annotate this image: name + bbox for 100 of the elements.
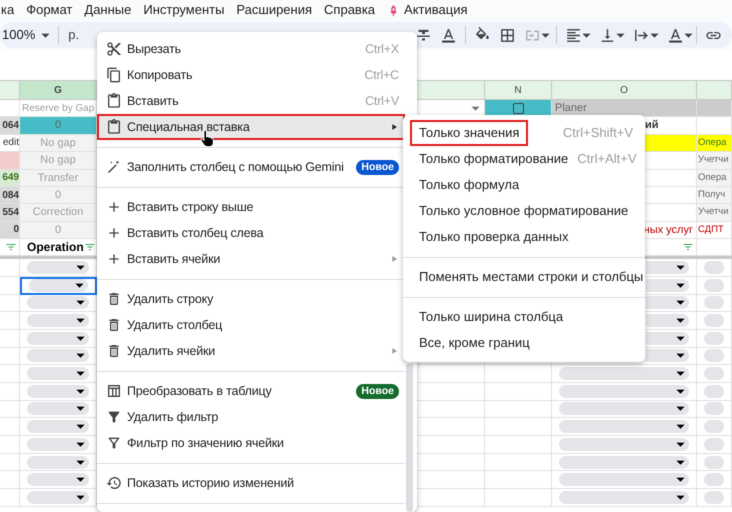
dropdown-chip[interactable] xyxy=(27,438,89,451)
borders-button[interactable] xyxy=(499,26,516,44)
table-cell: СДПТ xyxy=(697,222,732,240)
dropdown-chip[interactable] xyxy=(646,296,689,310)
menu-item[interactable]: Вставить строку выше xyxy=(97,194,405,220)
zoom-dropdown[interactable]: 100% xyxy=(2,25,50,45)
dropdown-chip[interactable] xyxy=(27,402,89,416)
dropdown-chip[interactable] xyxy=(646,278,689,292)
table-cell: Учетчи xyxy=(697,152,732,170)
menu-item[interactable]: Вставить Ctrl+V xyxy=(97,88,405,114)
dropdown-chip[interactable] xyxy=(646,349,689,362)
dropdown-chip[interactable] xyxy=(27,473,89,486)
caret-icon xyxy=(676,477,685,482)
new-badge: Новое xyxy=(356,384,399,398)
caret-icon xyxy=(76,264,85,270)
dropdown-chip[interactable] xyxy=(27,332,89,345)
menu-item[interactable]: Только форматирование Ctrl+Alt+V xyxy=(403,146,645,172)
table-cell xyxy=(0,276,20,294)
menu-item[interactable]: Только условное форматирование xyxy=(403,198,645,224)
menu-item[interactable]: Вырезать Ctrl+X xyxy=(97,36,405,62)
table-cell: Transfer xyxy=(20,170,97,187)
table-cell: 554 xyxy=(0,204,20,222)
sparkle-pen-icon xyxy=(106,159,122,175)
table-cell: Опера xyxy=(697,170,732,187)
menu-item[interactable]: Удалить ячейки xyxy=(97,338,405,364)
text-color-icon xyxy=(440,26,458,44)
dropdown-chip[interactable] xyxy=(646,332,689,345)
menu-item[interactable]: Только ширина столбца xyxy=(403,304,645,330)
dropdown-chip[interactable] xyxy=(27,456,89,469)
caret-icon xyxy=(676,371,685,376)
dropdown-chip[interactable] xyxy=(27,367,89,380)
table-cell: 084 xyxy=(0,186,20,204)
new-badge: Новое xyxy=(356,160,399,174)
caret-icon xyxy=(76,477,85,482)
dropdown-chip[interactable] xyxy=(646,314,689,328)
filter-icon xyxy=(106,435,122,451)
menu-item[interactable]: Копировать Ctrl+C xyxy=(97,62,405,88)
menu-item[interactable]: Инструменты xyxy=(143,0,224,20)
dropdown-chip[interactable] xyxy=(27,314,89,328)
caret-icon xyxy=(41,32,50,38)
caret-icon xyxy=(582,32,592,38)
menu-item[interactable]: Формат xyxy=(26,0,72,20)
caret-icon xyxy=(471,106,480,111)
caret-icon xyxy=(676,388,685,394)
table-cell: 0 xyxy=(20,222,97,240)
clipboard-icon xyxy=(106,119,122,135)
align-button[interactable] xyxy=(565,26,592,44)
table-cell: Planer xyxy=(552,100,697,118)
menu-item[interactable]: Показать историю изменений xyxy=(97,470,405,496)
dropdown-chip[interactable] xyxy=(29,279,88,292)
menu-item[interactable]: Удалить столбец xyxy=(97,312,405,338)
dropdown-chip[interactable] xyxy=(27,260,89,274)
menu-item[interactable]: Вставить ячейки xyxy=(97,246,405,272)
caret-icon xyxy=(676,494,685,500)
dropdown-chip[interactable] xyxy=(27,490,89,504)
table-cell: Correction xyxy=(20,204,97,222)
menu-item[interactable]: Преобразовать в таблицу Новое xyxy=(97,378,405,404)
menu-item[interactable]: Заполнить столбец с помощью Gemini Новое xyxy=(97,154,405,180)
menu-item[interactable]: Фильтр по значению ячейки xyxy=(97,430,405,456)
caret-icon xyxy=(76,388,85,394)
caret-icon xyxy=(676,442,685,447)
vertical-align-button[interactable] xyxy=(599,26,626,44)
dropdown-chip[interactable] xyxy=(27,296,89,310)
caret-icon xyxy=(676,424,685,430)
menu-item[interactable]: Справка xyxy=(324,0,376,20)
caret-icon xyxy=(76,442,85,447)
caret-icon xyxy=(76,371,85,376)
checkbox[interactable] xyxy=(512,102,524,114)
menu-item[interactable]: Вставить столбец слева xyxy=(97,220,405,246)
menu-item[interactable]: Только формула xyxy=(403,172,645,198)
menu-item[interactable]: Все, кроме границ xyxy=(403,330,645,356)
menu-item[interactable]: Поменять местами строки и столбцы xyxy=(403,264,645,290)
menu-item[interactable]: Активация xyxy=(404,0,468,20)
menu-item[interactable]: Специальная вставка xyxy=(97,114,405,140)
caret-icon xyxy=(76,406,85,412)
menu-item[interactable]: Удалить строку xyxy=(97,286,405,312)
dropdown-chip[interactable] xyxy=(27,349,89,362)
column-header[interactable]: N xyxy=(485,81,552,99)
history-icon xyxy=(106,475,122,491)
menu-item[interactable]: ка xyxy=(1,0,14,20)
dropdown-chip[interactable] xyxy=(27,384,89,398)
dropdown-chip[interactable] xyxy=(27,420,89,434)
menu-item[interactable]: Удалить фильтр xyxy=(97,404,405,430)
borders-icon xyxy=(499,26,516,44)
caret-icon xyxy=(75,283,84,288)
currency-button[interactable]: р. xyxy=(68,25,80,45)
text-color-button[interactable] xyxy=(440,26,458,44)
text-rotation-icon xyxy=(667,26,684,44)
table-cell: Опера xyxy=(697,134,732,152)
column-header[interactable]: O xyxy=(552,81,697,99)
dropdown-chip[interactable] xyxy=(646,260,689,274)
caret-icon xyxy=(676,318,685,324)
table-cell: 064 xyxy=(0,117,20,135)
menu-item[interactable]: Расширения xyxy=(236,0,312,20)
caret-icon xyxy=(676,460,685,465)
caret-icon xyxy=(76,494,85,500)
scrollbar[interactable] xyxy=(406,364,413,512)
menu-item[interactable]: Данные xyxy=(84,0,132,20)
text-rotation-button[interactable] xyxy=(667,26,694,44)
column-header[interactable]: G xyxy=(20,81,97,99)
